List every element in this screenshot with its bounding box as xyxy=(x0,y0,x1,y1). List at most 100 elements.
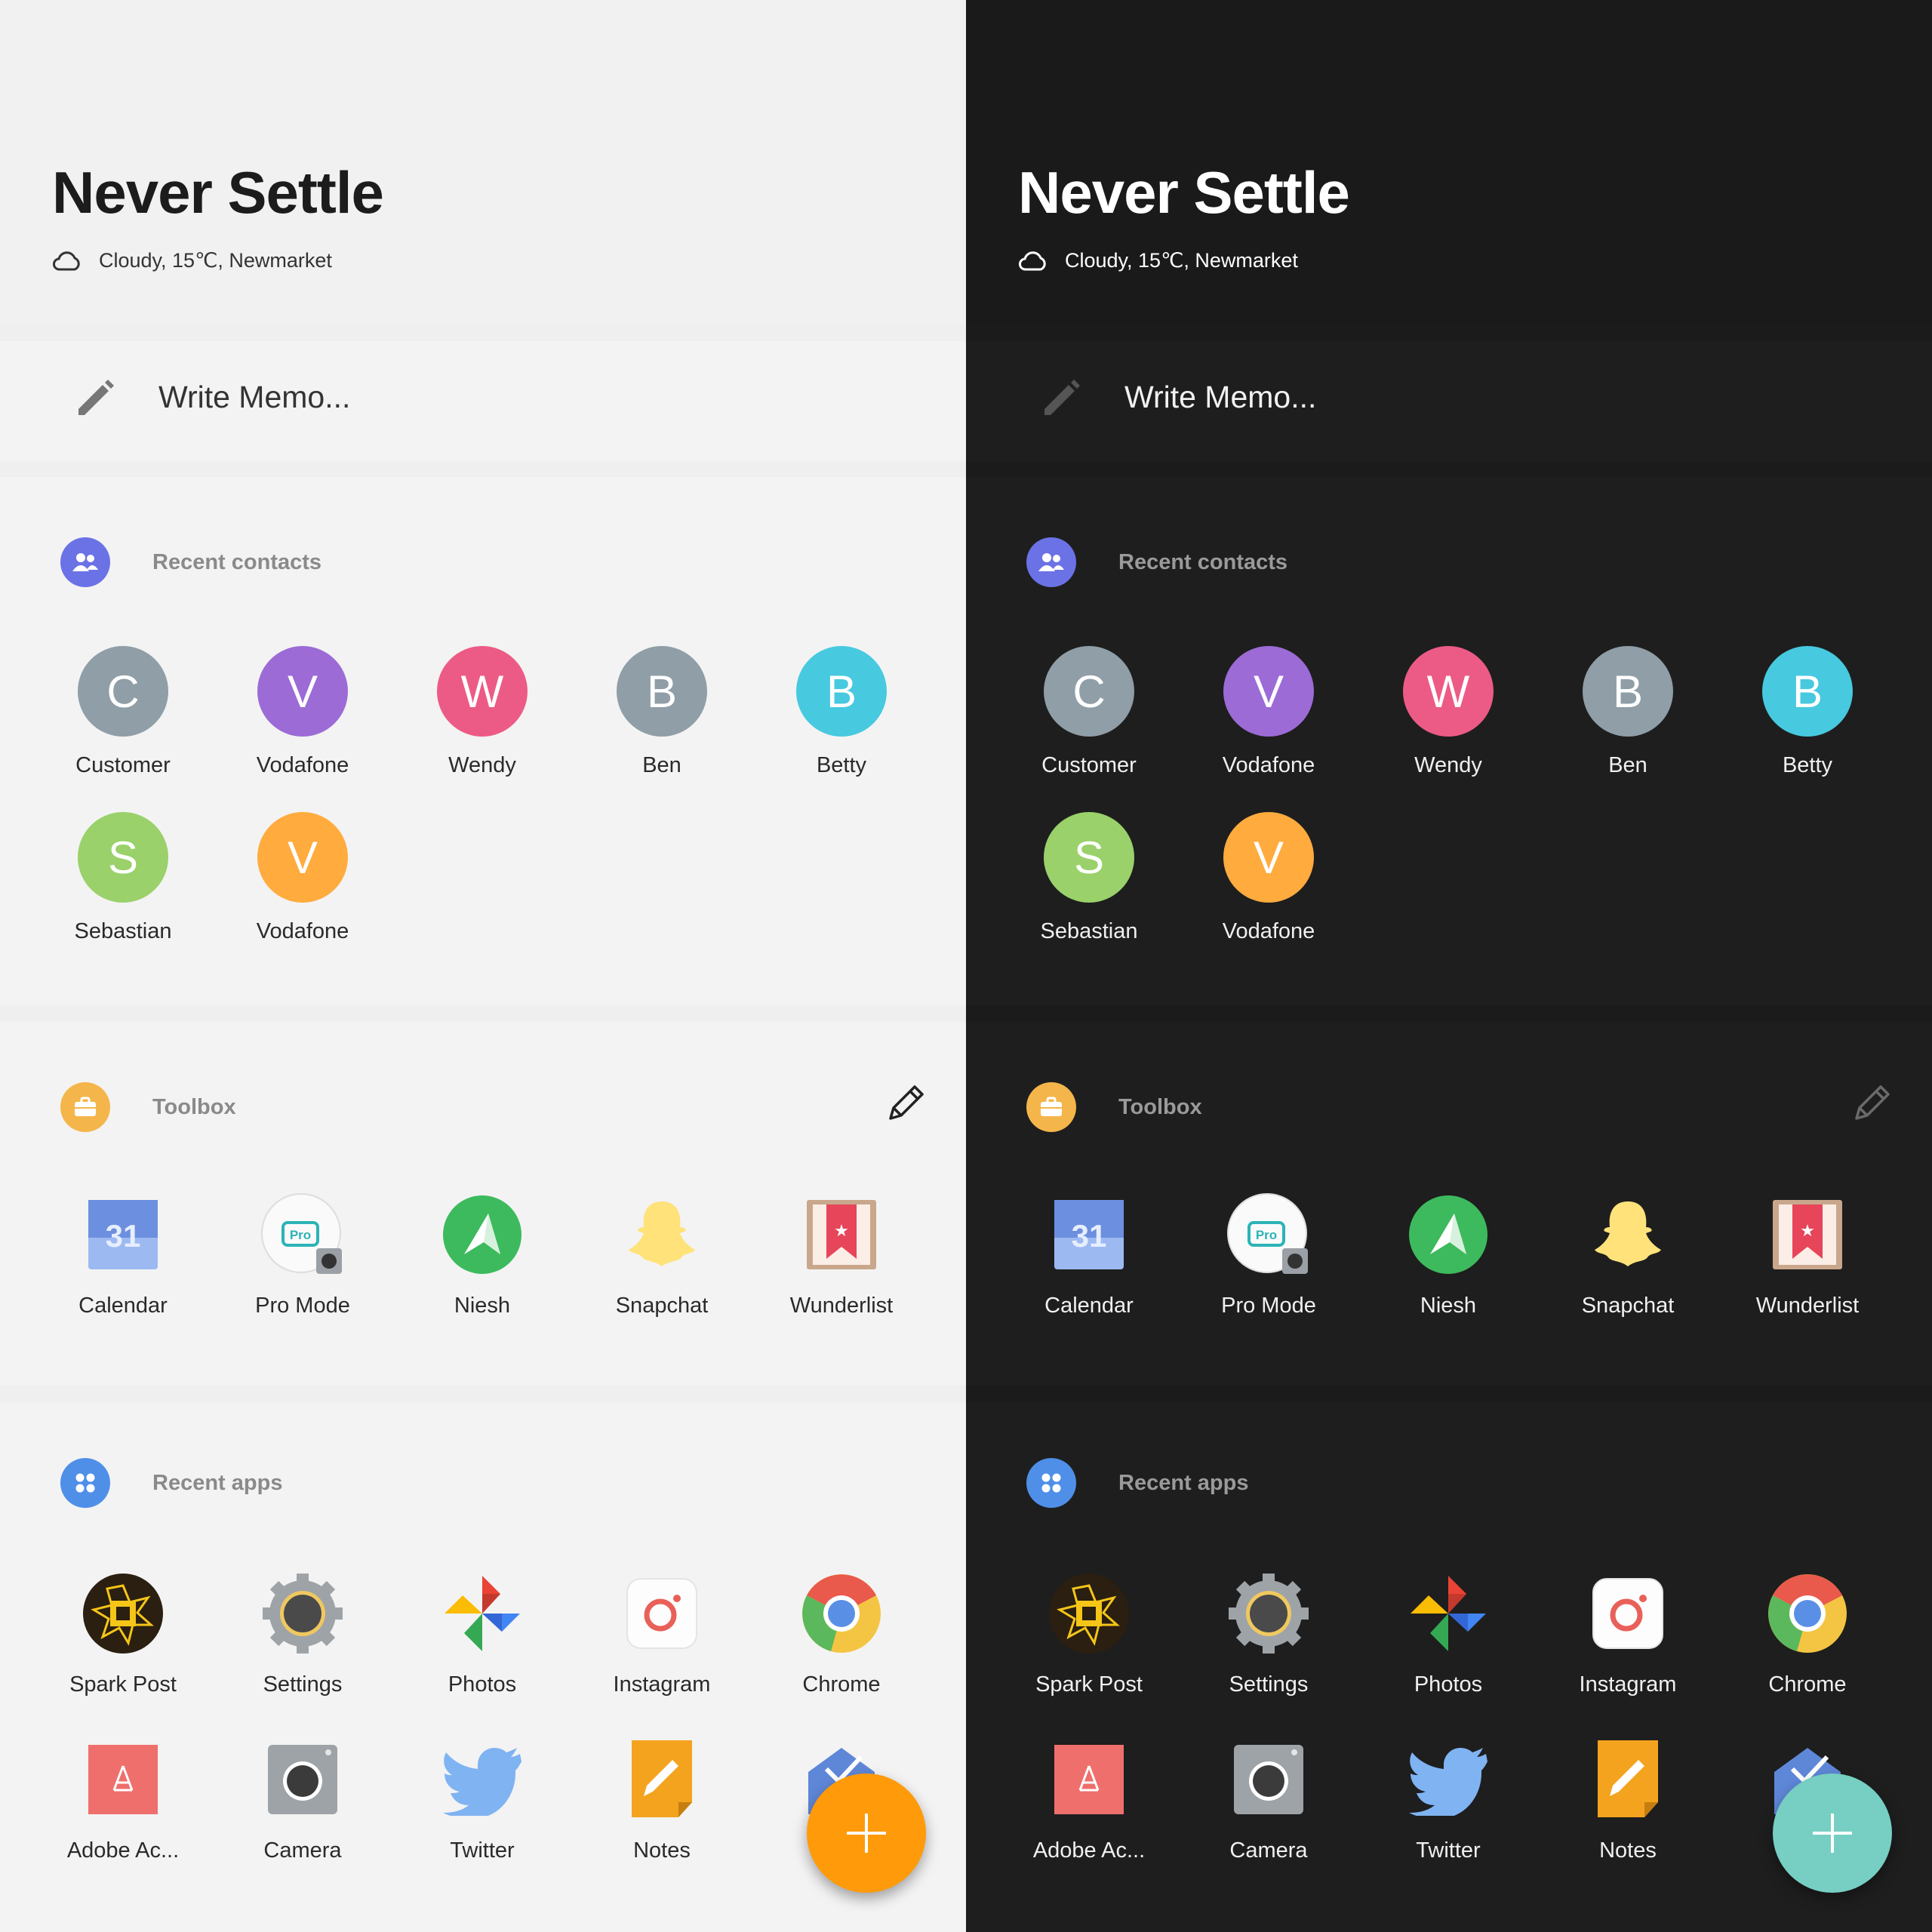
contact-item[interactable]: B Ben xyxy=(572,646,752,778)
app-item[interactable]: Photos xyxy=(392,1571,572,1697)
memo-card[interactable]: Write Memo... xyxy=(966,341,1932,462)
svg-text:Pro: Pro xyxy=(290,1228,311,1242)
edit-toolbox-button[interactable] xyxy=(1849,1081,1894,1130)
app-item[interactable]: Camera xyxy=(213,1737,392,1863)
toolbox-item[interactable]: ★ Wunderlist xyxy=(1718,1192,1897,1318)
notes-icon xyxy=(620,1737,704,1822)
toolbox-item[interactable]: 31 Calendar xyxy=(33,1192,213,1318)
memo-card[interactable]: Write Memo... xyxy=(0,341,966,462)
chrome-icon xyxy=(799,1571,884,1656)
toolbox-item[interactable]: Snapchat xyxy=(572,1192,752,1318)
add-fab-button[interactable] xyxy=(1773,1774,1892,1893)
avatar: V xyxy=(257,646,348,737)
app-item[interactable]: Photos xyxy=(1358,1571,1538,1697)
niesh-icon xyxy=(1406,1192,1491,1277)
weather-text: Cloudy, 15℃, Newmarket xyxy=(99,249,332,272)
contact-item[interactable]: S Sebastian xyxy=(33,812,213,944)
weather-row[interactable]: Cloudy, 15℃, Newmarket xyxy=(1018,249,1298,272)
app-item[interactable]: Spark Post xyxy=(999,1571,1179,1697)
contact-item[interactable]: C Customer xyxy=(999,646,1179,778)
app-item[interactable]: Twitter xyxy=(392,1737,572,1863)
avatar: W xyxy=(1403,646,1494,737)
toolbox-item[interactable]: Niesh xyxy=(392,1192,572,1318)
app-label: Adobe Ac... xyxy=(1032,1838,1146,1863)
svg-text:★: ★ xyxy=(834,1222,849,1241)
toolbox-item[interactable]: ★ Wunderlist xyxy=(752,1192,931,1318)
app-label: Camera xyxy=(1229,1838,1308,1863)
app-item[interactable]: Notes xyxy=(572,1737,752,1863)
cloud-icon xyxy=(1019,251,1046,270)
app-label: Chrome xyxy=(802,1672,881,1697)
toolbox-item[interactable]: Snapchat xyxy=(1538,1192,1718,1318)
contact-item[interactable]: V Vodafone xyxy=(213,646,392,778)
snapchat-icon xyxy=(620,1192,704,1277)
contact-item[interactable]: B Betty xyxy=(1718,646,1897,778)
people-icon xyxy=(1026,537,1076,587)
svg-text:Pro: Pro xyxy=(1256,1228,1277,1242)
section-title: Toolbox xyxy=(152,1094,236,1119)
app-item[interactable]: Notes xyxy=(1538,1737,1718,1863)
app-item[interactable]: Instagram xyxy=(572,1571,752,1697)
recent-contacts-card: Recent contacts C Customer V Vodafone W Wen… xyxy=(966,477,1932,1005)
app-label: Camera xyxy=(263,1838,342,1863)
section-title: Recent contacts xyxy=(152,549,322,574)
contact-item[interactable]: V Vodafone xyxy=(1179,646,1358,778)
chrome-icon xyxy=(1765,1571,1850,1656)
app-label: Instagram xyxy=(613,1672,711,1697)
toolbox-item[interactable]: 31 Calendar xyxy=(999,1192,1179,1318)
toolbox-item[interactable]: Pro Pro Mode xyxy=(213,1192,392,1318)
toolbox-item[interactable]: Niesh xyxy=(1358,1192,1538,1318)
app-item[interactable]: Adobe Ac... xyxy=(33,1737,213,1863)
app-item[interactable]: Chrome xyxy=(1718,1571,1897,1697)
calendar-icon: 31 xyxy=(81,1192,165,1277)
avatar: V xyxy=(1223,812,1314,903)
app-item[interactable]: Twitter xyxy=(1358,1737,1538,1863)
memo-placeholder[interactable]: Write Memo... xyxy=(1124,380,1316,415)
spark-post-icon xyxy=(81,1571,165,1656)
toolbox-label: Calendar xyxy=(78,1294,168,1318)
contact-name: Customer xyxy=(75,753,171,777)
contact-item[interactable]: S Sebastian xyxy=(999,812,1179,944)
spark-post-icon xyxy=(1047,1571,1131,1656)
app-item[interactable]: Camera xyxy=(1179,1737,1358,1863)
toolbox-label: Calendar xyxy=(1044,1294,1134,1318)
app-item[interactable]: Instagram xyxy=(1538,1571,1718,1697)
app-label: Photos xyxy=(1414,1672,1483,1697)
contact-item[interactable]: C Customer xyxy=(33,646,213,778)
contact-item[interactable]: W Wendy xyxy=(1358,646,1538,778)
app-item[interactable]: Settings xyxy=(213,1571,392,1697)
memo-placeholder[interactable]: Write Memo... xyxy=(158,380,350,415)
photos-pinwheel-icon xyxy=(1406,1571,1491,1656)
plus-icon xyxy=(1813,1814,1852,1853)
contact-name: Vodafone xyxy=(256,919,349,943)
toolbox-label: Wunderlist xyxy=(1755,1294,1860,1318)
app-item[interactable]: Spark Post xyxy=(33,1571,213,1697)
app-item[interactable]: Settings xyxy=(1179,1571,1358,1697)
app-item[interactable]: Adobe Ac... xyxy=(999,1737,1179,1863)
avatar: B xyxy=(1762,646,1853,737)
pencil-icon xyxy=(1044,380,1080,415)
add-fab-button[interactable] xyxy=(807,1774,926,1893)
adobe-acrobat-icon xyxy=(1047,1737,1131,1822)
contact-item[interactable]: W Wendy xyxy=(392,646,572,778)
avatar: S xyxy=(1044,812,1134,903)
avatar: V xyxy=(1223,646,1314,737)
edit-toolbox-button[interactable] xyxy=(883,1081,928,1130)
toolbox-label: Niesh xyxy=(454,1294,511,1318)
weather-row[interactable]: Cloudy, 15℃, Newmarket xyxy=(52,249,332,272)
svg-text:★: ★ xyxy=(1800,1222,1815,1241)
contact-item[interactable]: B Betty xyxy=(752,646,931,778)
contact-item[interactable]: B Ben xyxy=(1538,646,1718,778)
avatar: C xyxy=(78,646,168,737)
contact-name: Betty xyxy=(816,753,867,777)
avatar: S xyxy=(78,812,168,903)
toolbox-item[interactable]: Pro Pro Mode xyxy=(1179,1192,1358,1318)
contact-item[interactable]: V Vodafone xyxy=(213,812,392,944)
app-label: Settings xyxy=(1229,1672,1309,1697)
toolbox-label: Pro Mode xyxy=(1221,1294,1316,1318)
app-item[interactable]: Chrome xyxy=(752,1571,931,1697)
pro-mode-icon: Pro xyxy=(260,1192,345,1277)
edit-pencil-icon xyxy=(889,1085,924,1120)
contact-item[interactable]: V Vodafone xyxy=(1179,812,1358,944)
avatar: C xyxy=(1044,646,1134,737)
